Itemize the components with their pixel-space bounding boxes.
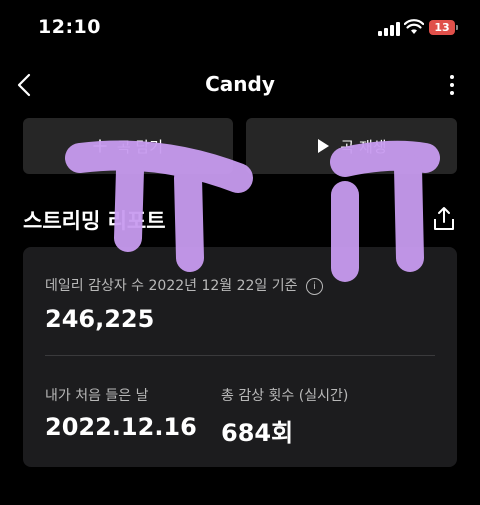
daily-listeners-label: 데일리 감상자 수 2022년 12월 22일 기준 i [45,275,323,295]
battery-icon: 13 [429,20,455,35]
total-plays-value: 684회 [221,419,294,447]
cellular-signal-icon [378,22,400,36]
first-listened-value: 2022.12.16 [45,413,197,441]
daily-listeners-value: 246,225 [45,305,155,333]
play-song-label: 곡 재생 [340,137,387,156]
play-icon [318,139,330,153]
section-title: 스트리밍 리포트 [23,209,166,233]
add-song-label: 곡 담기 [116,137,164,156]
share-icon[interactable] [432,206,456,232]
divider [45,355,435,356]
more-options-icon[interactable] [444,72,460,98]
streaming-report-card: 데일리 감상자 수 2022년 12월 22일 기준 i 246,225 내가 … [23,247,457,467]
wifi-icon [404,19,424,34]
battery-cap [456,25,458,30]
page-title: Candy [205,72,275,96]
nav-bar: Candy [0,60,480,110]
plus-icon [93,139,107,153]
play-song-button[interactable]: 곡 재생 [246,118,457,174]
info-icon[interactable]: i [305,277,323,295]
status-bar: 12:10 13 [0,0,480,58]
total-plays-label: 총 감상 횟수 (실시간) [221,388,349,404]
first-listened-label: 내가 처음 들은 날 [45,388,149,404]
add-song-button[interactable]: 곡 담기 [23,118,233,174]
status-time: 12:10 [38,16,101,38]
